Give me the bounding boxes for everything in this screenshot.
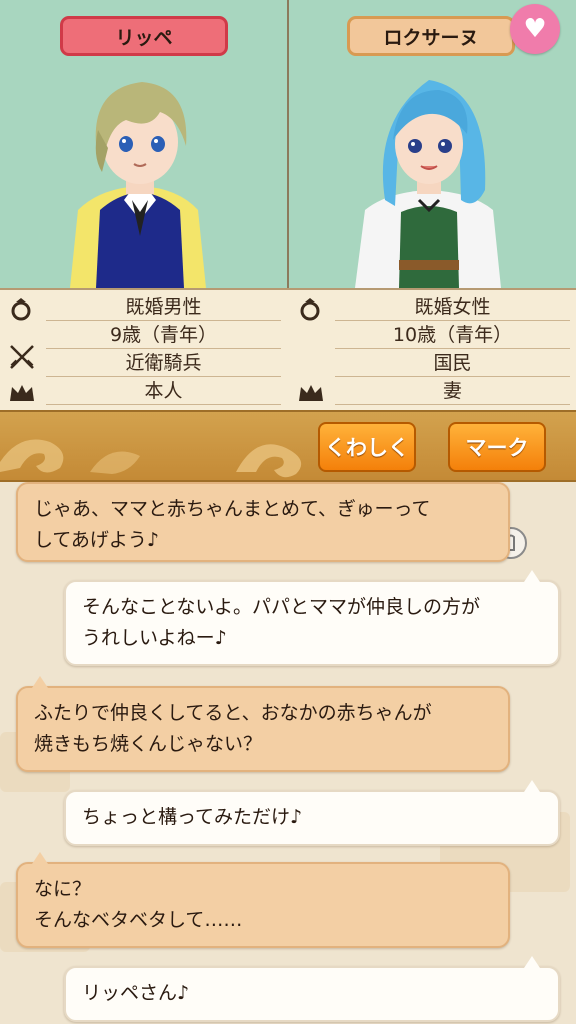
bubble-tail (524, 956, 540, 968)
chat-message-left: ふたりで仲良くしてると、おなかの赤ちゃんが 焼きもち焼くんじゃない？ (16, 686, 510, 772)
bubble-tail (32, 852, 48, 864)
crown-icon (10, 385, 34, 401)
ring-icon (300, 298, 320, 321)
mark-button[interactable]: マーク (448, 422, 546, 472)
info-row-marital: 既婚男性 (0, 294, 287, 322)
left-age: 9歳（青年） (46, 322, 281, 349)
left-character-portrait (70, 82, 206, 288)
chat-message-right: リッペさん♪ (64, 966, 560, 1022)
character-info-table: 既婚男性 9歳（青年） 近衛騎兵 本人 既婚女性 10歳（青年） 国民 妻 (0, 288, 576, 410)
bubble-tail (524, 570, 540, 582)
left-job: 近衛騎兵 (46, 350, 281, 377)
portrait-area: リッペ ロクサーヌ ♥ (0, 0, 576, 410)
detail-button[interactable]: くわしく (318, 422, 416, 472)
crown-icon (299, 385, 323, 401)
info-row-relation: 本人 (0, 378, 287, 406)
left-marital-status: 既婚男性 (46, 294, 281, 321)
bubble-tail (524, 780, 540, 792)
chat-message-left: じゃあ、ママと赤ちゃんまとめて、ぎゅーって してあげよう♪ (16, 482, 510, 562)
right-job: 国民 (335, 350, 570, 377)
info-row-job: 国民 (289, 350, 576, 378)
info-row-job: 近衛騎兵 (0, 345, 287, 378)
right-character-portrait (355, 80, 501, 288)
conversation-log[interactable]: じゃあ、ママと赤ちゃんまとめて、ぎゅーって してあげよう♪ そんなことないよ。パ… (0, 482, 576, 1024)
left-ornament (0, 439, 140, 474)
info-row-relation: 妻 (289, 378, 576, 406)
favorite-heart-button[interactable]: ♥ (510, 4, 560, 54)
info-row-age: 10歳（青年） (289, 322, 576, 350)
info-row-marital: 既婚女性 (289, 294, 576, 322)
heart-icon: ♥ (523, 14, 547, 44)
action-bar: くわしく マーク (0, 410, 576, 482)
right-age: 10歳（青年） (335, 322, 570, 349)
left-relation: 本人 (46, 378, 281, 405)
left-character-name-button[interactable]: リッペ (60, 16, 228, 56)
right-relation: 妻 (335, 378, 570, 405)
chat-message-right: ちょっと構ってみただけ♪ (64, 790, 560, 846)
chat-message-right: そんなことないよ。パパとママが仲良しの方が うれしいよねー♪ (64, 580, 560, 666)
bubble-tail (32, 676, 48, 688)
right-info-column: 既婚女性 10歳（青年） 国民 妻 (289, 294, 576, 406)
crossed-swords-icon (10, 345, 34, 369)
info-row-age: 9歳（青年） (0, 322, 287, 350)
ring-icon (11, 298, 31, 321)
left-info-column: 既婚男性 9歳（青年） 近衛騎兵 本人 (0, 294, 287, 406)
chat-message-left: なに？ そんなベタベタして…… (16, 862, 510, 948)
right-marital-status: 既婚女性 (335, 294, 570, 321)
right-character-name-button[interactable]: ロクサーヌ (347, 16, 515, 56)
left-portrait-pane: リッペ (0, 0, 287, 288)
